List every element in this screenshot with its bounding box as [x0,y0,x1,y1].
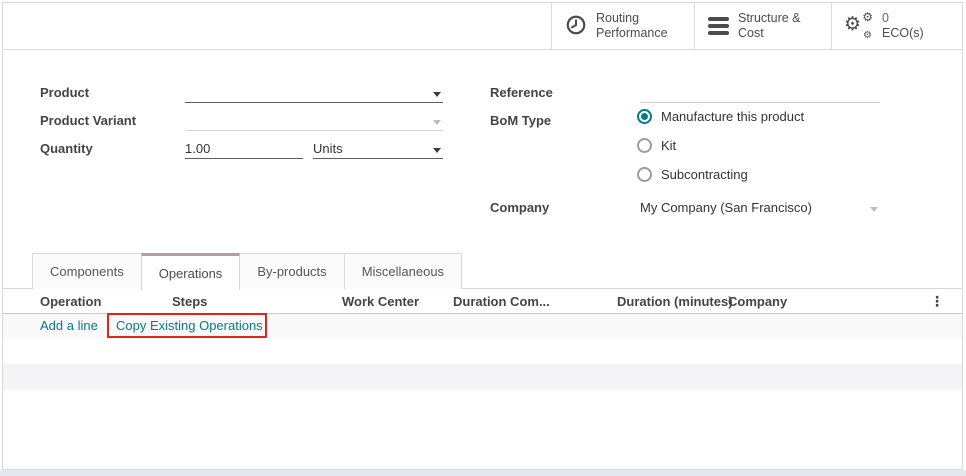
optional-columns-icon[interactable]: ⋮ [930,294,944,310]
chevron-down-icon [870,207,878,212]
bom-type-option-manufacture[interactable]: Manufacture this product [637,109,804,124]
page-background-strip [0,470,966,476]
column-header-duration-computation[interactable]: Duration Com... [453,294,550,309]
bom-type-option-subcontracting[interactable]: Subcontracting [637,167,748,182]
stat-button-box: Routing Performance Structure & Cost ⚙⚙⚙… [551,3,962,49]
reference-label: Reference [490,85,553,100]
bom-form-page: Routing Performance Structure & Cost ⚙⚙⚙… [0,0,966,476]
copy-existing-operations-link[interactable]: Copy Existing Operations [116,318,263,333]
gears-icon: ⚙⚙⚙ [845,13,873,39]
company-value: My Company (San Francisco) [640,200,812,215]
form-header-bar: Routing Performance Structure & Cost ⚙⚙⚙… [3,3,962,50]
add-a-line-link[interactable]: Add a line [40,318,98,333]
chevron-down-icon[interactable] [433,92,441,97]
notebook-tab-strip: Components Operations By-products Miscel… [3,252,962,289]
company-field: My Company (San Francisco) [640,199,880,218]
clock-icon [565,14,587,39]
uom-value: Units [313,141,343,156]
column-header-steps[interactable]: Steps [172,294,207,309]
column-header-operation[interactable]: Operation [40,294,101,309]
eco-count-button[interactable]: ⚙⚙⚙ 0 ECO(s) [831,3,962,49]
stat-button-label: 0 ECO(s) [882,11,924,41]
column-header-company[interactable]: Company [728,294,787,309]
bars-icon [708,17,729,35]
company-label: Company [490,200,549,215]
radio-label: Manufacture this product [661,109,804,124]
product-field[interactable] [185,84,443,103]
structure-cost-button[interactable]: Structure & Cost [694,3,831,49]
reference-field[interactable] [640,84,880,103]
uom-field[interactable]: Units [313,140,443,159]
operations-table-header: Operation Steps Work Center Duration Com… [3,289,962,314]
bom-type-option-kit[interactable]: Kit [637,138,676,153]
quantity-label: Quantity [40,141,93,156]
radio-icon[interactable] [637,138,652,153]
radio-label: Subcontracting [661,167,748,182]
routing-performance-button[interactable]: Routing Performance [551,3,694,49]
product-variant-field [185,112,443,131]
chevron-down-icon [433,120,441,125]
eco-count-value: 0 [882,11,889,25]
quantity-field[interactable]: 1.00 [185,140,303,159]
empty-row-stripe [3,364,962,390]
column-header-work-center[interactable]: Work Center [342,294,419,309]
radio-icon[interactable] [637,167,652,182]
stat-button-label: Structure & Cost [738,11,801,41]
tab-components[interactable]: Components [32,253,142,289]
column-header-duration-minutes[interactable]: Duration (minutes) [617,294,733,309]
operations-add-row: Add a line Copy Existing Operations [3,314,962,339]
radio-label: Kit [661,138,676,153]
form-sheet [2,2,963,470]
tab-operations[interactable]: Operations [141,253,241,290]
tab-miscellaneous[interactable]: Miscellaneous [344,253,462,289]
chevron-down-icon[interactable] [433,148,441,153]
stat-button-label: Routing Performance [596,11,668,41]
product-variant-label: Product Variant [40,113,136,128]
product-label: Product [40,85,89,100]
bom-type-label: BoM Type [490,113,551,128]
radio-icon[interactable] [637,109,652,124]
quantity-value: 1.00 [185,141,210,156]
tab-by-products[interactable]: By-products [239,253,344,289]
